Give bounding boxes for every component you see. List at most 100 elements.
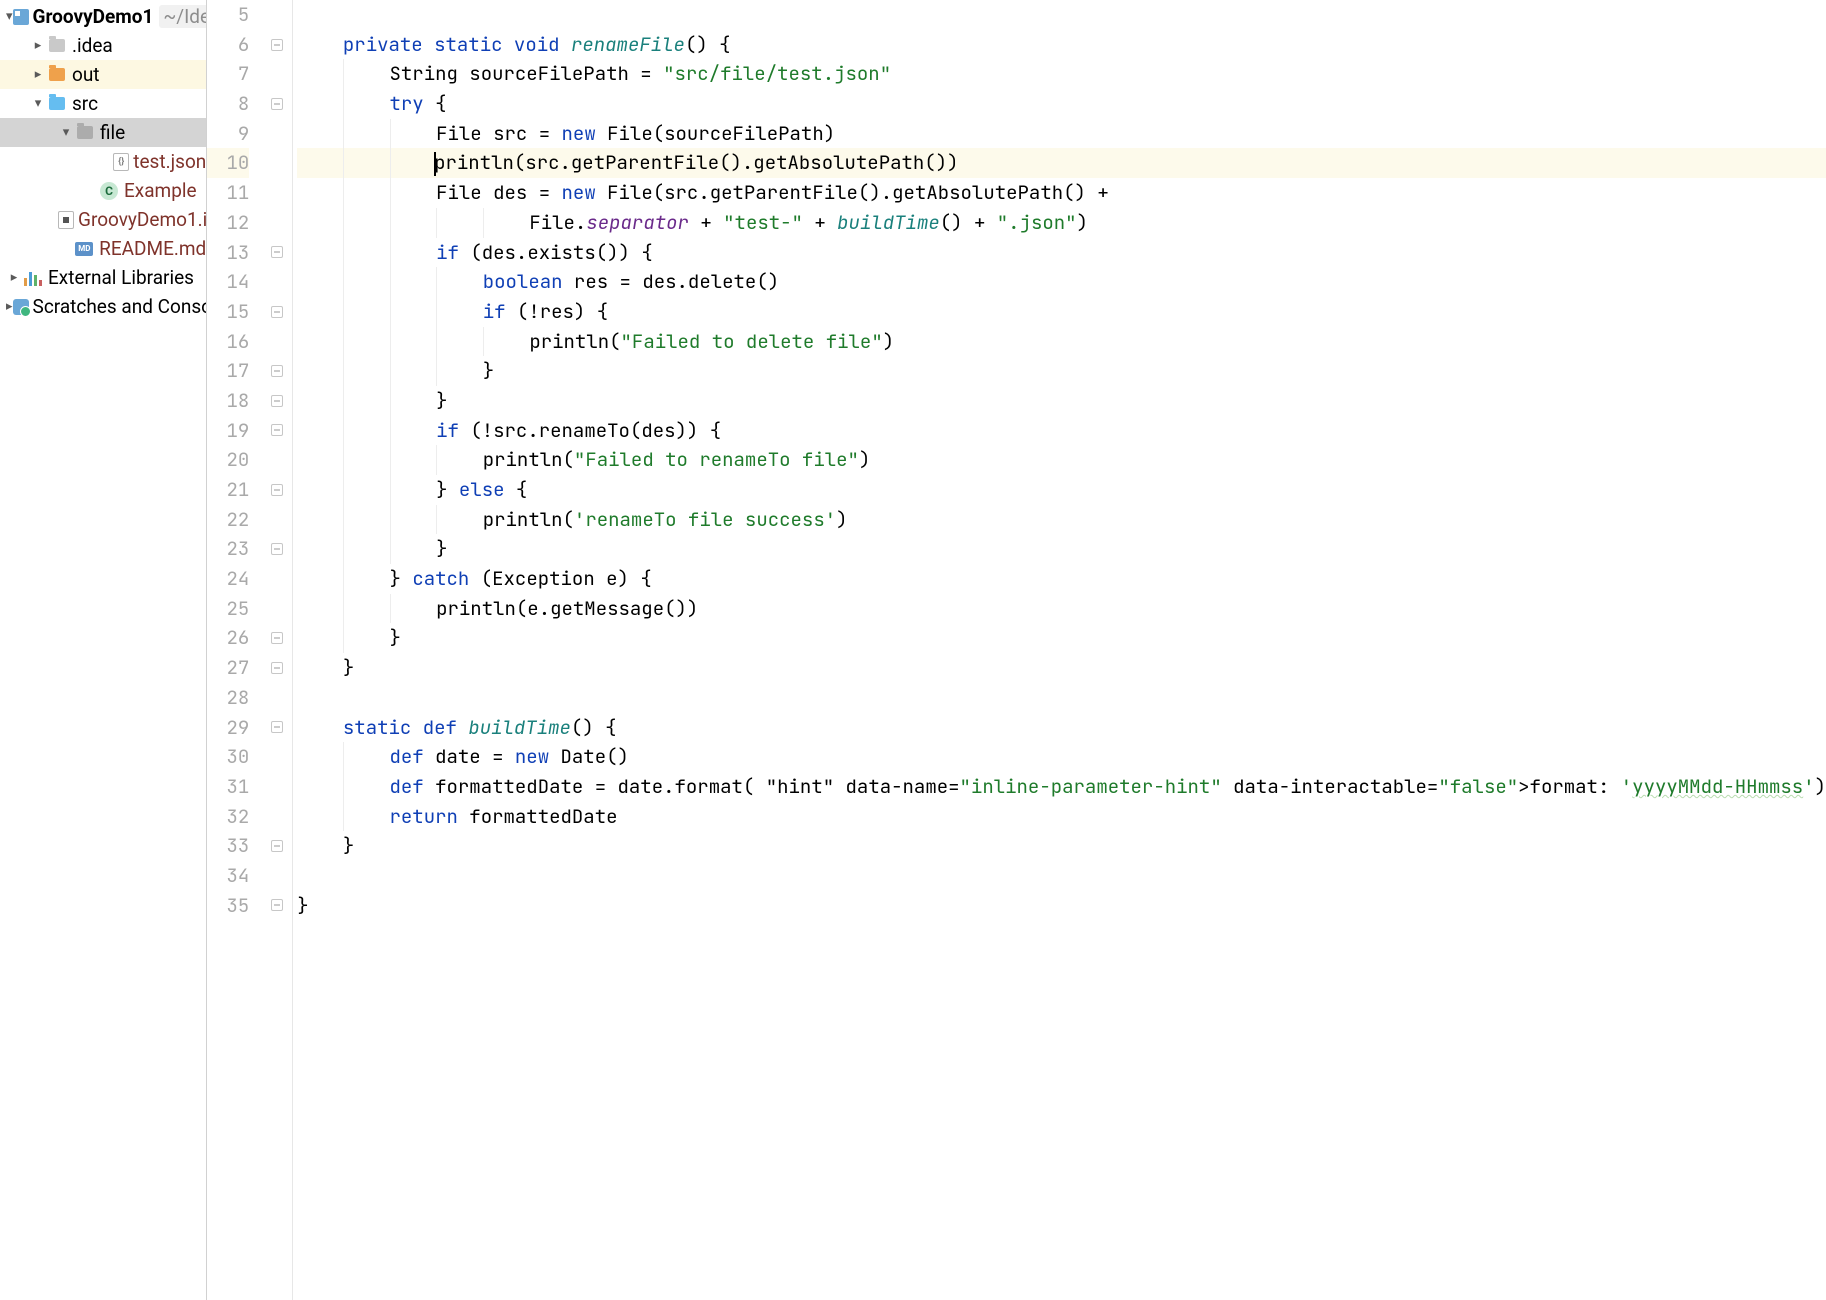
code-line[interactable]: def formattedDate = date.format( "hint" … bbox=[297, 772, 1826, 802]
code-line[interactable]: println('renameTo file success') bbox=[297, 505, 1826, 535]
gutter-mark[interactable] bbox=[261, 475, 292, 505]
line-number[interactable]: 9 bbox=[207, 119, 249, 149]
fold-collapse-icon[interactable] bbox=[271, 98, 283, 110]
code-editor[interactable]: 5678910111213141516171819202122232425262… bbox=[207, 0, 1826, 1300]
gutter-mark[interactable] bbox=[261, 564, 292, 594]
code-line[interactable]: } bbox=[297, 386, 1826, 416]
gutter-mark[interactable] bbox=[261, 148, 292, 178]
gutter-mark[interactable] bbox=[261, 89, 292, 119]
line-number[interactable]: 27 bbox=[207, 653, 249, 683]
gutter-mark[interactable] bbox=[261, 623, 292, 653]
gutter-mark[interactable] bbox=[261, 0, 292, 30]
line-number[interactable]: 5 bbox=[207, 0, 249, 30]
gutter-mark[interactable] bbox=[261, 386, 292, 416]
tree-node-file[interactable]: ▾ file bbox=[0, 118, 206, 147]
line-number[interactable]: 10 bbox=[207, 148, 249, 178]
gutter-mark[interactable] bbox=[261, 683, 292, 713]
fold-end-icon[interactable] bbox=[271, 899, 283, 911]
fold-gutter[interactable] bbox=[261, 0, 293, 1300]
gutter-mark[interactable] bbox=[261, 742, 292, 772]
code-line[interactable]: } bbox=[297, 623, 1826, 653]
code-area[interactable]: private static void renameFile() { Strin… bbox=[293, 0, 1826, 1300]
project-tree-panel[interactable]: ▾ GroovyDemo1 ~/IdeaProjec ▸ .idea ▸ out… bbox=[0, 0, 207, 1300]
line-number[interactable]: 28 bbox=[207, 683, 249, 713]
code-line[interactable]: if (des.exists()) { bbox=[297, 238, 1826, 268]
gutter-mark[interactable] bbox=[261, 653, 292, 683]
gutter-mark[interactable] bbox=[261, 416, 292, 446]
line-number[interactable]: 35 bbox=[207, 891, 249, 921]
line-number[interactable]: 6 bbox=[207, 30, 249, 60]
gutter-mark[interactable] bbox=[261, 356, 292, 386]
code-line[interactable]: File.separator + "test-" + buildTime() +… bbox=[297, 208, 1826, 238]
gutter-mark[interactable] bbox=[261, 505, 292, 535]
code-line[interactable]: println(e.getMessage()) bbox=[297, 594, 1826, 624]
line-number[interactable]: 22 bbox=[207, 505, 249, 535]
tree-node-example[interactable]: C Example bbox=[0, 176, 206, 205]
gutter-mark[interactable] bbox=[261, 802, 292, 832]
code-line[interactable]: } bbox=[297, 831, 1826, 861]
line-number[interactable]: 24 bbox=[207, 564, 249, 594]
line-number[interactable]: 14 bbox=[207, 267, 249, 297]
line-number[interactable]: 23 bbox=[207, 534, 249, 564]
code-line[interactable]: } bbox=[297, 534, 1826, 564]
fold-collapse-icon[interactable] bbox=[271, 721, 283, 733]
line-number-gutter[interactable]: 5678910111213141516171819202122232425262… bbox=[207, 0, 261, 1300]
code-line[interactable]: private static void renameFile() { bbox=[297, 30, 1826, 60]
line-number[interactable]: 12 bbox=[207, 208, 249, 238]
gutter-mark[interactable] bbox=[261, 327, 292, 357]
line-number[interactable]: 26 bbox=[207, 623, 249, 653]
code-line[interactable]: File src = new File(sourceFilePath) bbox=[297, 119, 1826, 149]
line-number[interactable]: 15 bbox=[207, 297, 249, 327]
gutter-mark[interactable] bbox=[261, 534, 292, 564]
fold-collapse-icon[interactable] bbox=[271, 246, 283, 258]
fold-end-icon[interactable] bbox=[271, 840, 283, 852]
gutter-mark[interactable] bbox=[261, 772, 292, 802]
code-line[interactable]: if (!src.renameTo(des)) { bbox=[297, 416, 1826, 446]
gutter-mark[interactable] bbox=[261, 30, 292, 60]
line-number[interactable]: 29 bbox=[207, 713, 249, 743]
line-number[interactable]: 16 bbox=[207, 327, 249, 357]
tree-node-src[interactable]: ▾ src bbox=[0, 89, 206, 118]
line-number[interactable]: 11 bbox=[207, 178, 249, 208]
gutter-mark[interactable] bbox=[261, 713, 292, 743]
line-number[interactable]: 7 bbox=[207, 59, 249, 89]
fold-end-icon[interactable] bbox=[271, 395, 283, 407]
code-line[interactable]: println(src.getParentFile().getAbsoluteP… bbox=[297, 148, 1826, 178]
line-number[interactable]: 8 bbox=[207, 89, 249, 119]
tree-node-testjson[interactable]: test.json bbox=[0, 147, 206, 176]
line-number[interactable]: 17 bbox=[207, 356, 249, 386]
code-line[interactable]: if (!res) { bbox=[297, 297, 1826, 327]
fold-collapse-icon[interactable] bbox=[271, 306, 283, 318]
code-line[interactable]: boolean res = des.delete() bbox=[297, 267, 1826, 297]
tree-node-readme[interactable]: MD README.md bbox=[0, 234, 206, 263]
tree-node-iml[interactable]: GroovyDemo1.iml bbox=[0, 205, 206, 234]
code-line[interactable]: String sourceFilePath = "src/file/test.j… bbox=[297, 59, 1826, 89]
gutter-mark[interactable] bbox=[261, 445, 292, 475]
line-number[interactable]: 25 bbox=[207, 594, 249, 624]
gutter-mark[interactable] bbox=[261, 297, 292, 327]
code-line[interactable] bbox=[297, 0, 1826, 30]
code-line[interactable]: } catch (Exception e) { bbox=[297, 564, 1826, 594]
line-number[interactable]: 13 bbox=[207, 238, 249, 268]
line-number[interactable]: 21 bbox=[207, 475, 249, 505]
gutter-mark[interactable] bbox=[261, 891, 292, 921]
code-line[interactable] bbox=[297, 861, 1826, 891]
code-line[interactable]: println("Failed to delete file") bbox=[297, 327, 1826, 357]
line-number[interactable]: 20 bbox=[207, 445, 249, 475]
code-line[interactable]: } bbox=[297, 891, 1826, 921]
gutter-mark[interactable] bbox=[261, 861, 292, 891]
line-number[interactable]: 18 bbox=[207, 386, 249, 416]
code-line[interactable]: } bbox=[297, 356, 1826, 386]
code-line[interactable]: } bbox=[297, 653, 1826, 683]
gutter-mark[interactable] bbox=[261, 59, 292, 89]
tree-node-scratches[interactable]: ▸ Scratches and Consoles bbox=[0, 292, 206, 321]
gutter-mark[interactable] bbox=[261, 831, 292, 861]
gutter-mark[interactable] bbox=[261, 238, 292, 268]
code-line[interactable]: return formattedDate bbox=[297, 802, 1826, 832]
tree-node-external-libraries[interactable]: ▸ External Libraries bbox=[0, 263, 206, 292]
gutter-mark[interactable] bbox=[261, 267, 292, 297]
gutter-mark[interactable] bbox=[261, 594, 292, 624]
tree-node-idea[interactable]: ▸ .idea bbox=[0, 31, 206, 60]
fold-end-icon[interactable] bbox=[271, 632, 283, 644]
line-number[interactable]: 32 bbox=[207, 802, 249, 832]
